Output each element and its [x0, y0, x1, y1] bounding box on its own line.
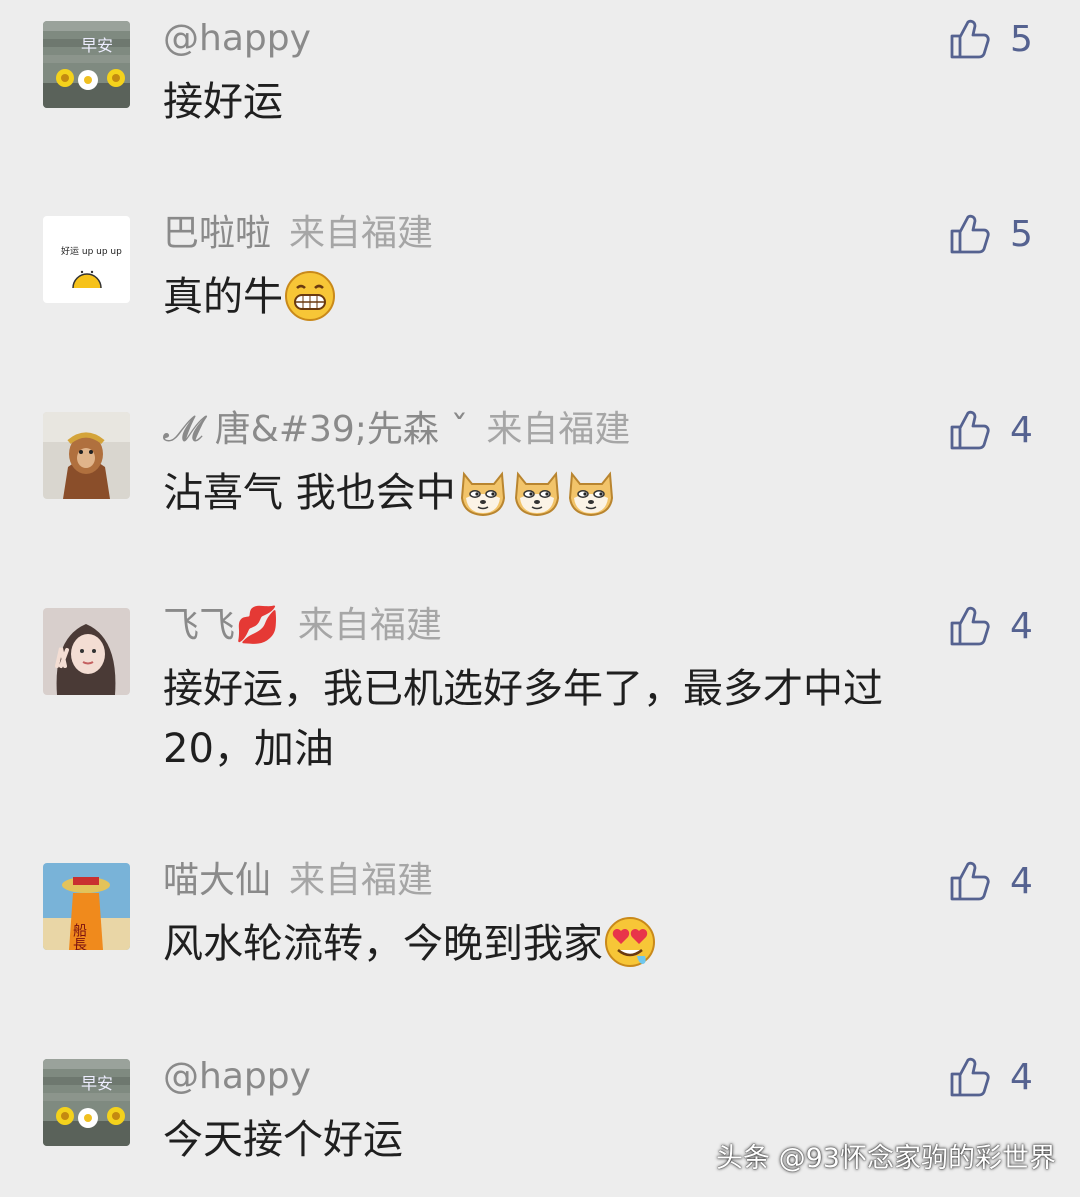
- comment-text: 风水轮流转，今晚到我家: [163, 914, 973, 974]
- comment-meta: 喵大仙 来自福建: [163, 858, 433, 904]
- comment-body: 接好运，我已机选好多年了，最多才中过20，加油: [163, 666, 883, 772]
- username[interactable]: @happy: [163, 1056, 311, 1097]
- like-button[interactable]: 4: [948, 405, 1033, 455]
- username[interactable]: 巴啦啦: [163, 213, 271, 254]
- comment-body: 今天接个好运: [163, 1117, 403, 1163]
- username[interactable]: 喵大仙: [163, 860, 271, 901]
- user-avatar[interactable]: 早安: [43, 1059, 130, 1146]
- comment-text: 接好运，我已机选好多年了，最多才中过20，加油: [163, 659, 973, 779]
- like-button[interactable]: 4: [948, 601, 1033, 651]
- comment-text: 真的牛: [163, 267, 973, 327]
- girl-photo-avatar-icon: [43, 608, 130, 695]
- thumbs-up-icon: [950, 410, 990, 450]
- like-button[interactable]: 4: [948, 856, 1033, 906]
- captain-figure-avatar-icon: 船長: [43, 863, 130, 950]
- watermark: 头条 @93怀念家驹的彩世界: [716, 1143, 1056, 1174]
- user-avatar[interactable]: 早安: [43, 21, 130, 108]
- comment-body: 真的牛: [163, 274, 283, 320]
- like-count: 4: [1010, 860, 1033, 902]
- svg-text:船長: 船長: [71, 923, 87, 950]
- thumbs-up-icon: [950, 606, 990, 646]
- like-count: 5: [1010, 18, 1033, 60]
- svg-text:好运 up up up: 好运 up up up: [61, 245, 122, 257]
- location-label: 来自福建: [297, 605, 442, 646]
- like-button[interactable]: 5: [948, 14, 1033, 64]
- user-avatar[interactable]: 船長: [43, 863, 130, 950]
- comment-meta: 飞飞💋 来自福建: [163, 603, 442, 649]
- comment-meta: 巴啦啦 来自福建: [163, 211, 433, 257]
- thumbs-up-icon: [950, 1057, 990, 1097]
- comment-body: 沾喜气 我也会中: [163, 470, 456, 516]
- good-luck-sticker-avatar-icon: 好运 up up up: [43, 216, 130, 303]
- username[interactable]: 飞飞💋: [163, 605, 280, 646]
- thumbs-up-icon: [950, 861, 990, 901]
- comment-meta: @happy: [163, 16, 311, 62]
- heart-eyes-emoji-icon: [603, 915, 657, 969]
- doge-emoji-icon: [510, 464, 564, 518]
- svg-text:早安: 早安: [81, 1074, 113, 1093]
- thumbs-up-icon: [950, 19, 990, 59]
- like-count: 4: [1010, 1056, 1033, 1098]
- username[interactable]: 𝓜 唐&#39;先森 ˇ: [163, 409, 468, 450]
- morning-photo-avatar-icon: 早安: [43, 1059, 130, 1146]
- location-label: 来自福建: [289, 213, 434, 254]
- comment-text: 沾喜气 我也会中: [163, 463, 973, 523]
- doge-emoji-icon: [456, 464, 510, 518]
- location-label: 来自福建: [289, 860, 434, 901]
- doge-emoji-icon: [564, 464, 618, 518]
- like-button[interactable]: 4: [948, 1052, 1033, 1102]
- comment-body: 风水轮流转，今晚到我家: [163, 921, 603, 967]
- comment-meta: @happy: [163, 1054, 311, 1100]
- user-avatar[interactable]: [43, 608, 130, 695]
- like-count: 4: [1010, 605, 1033, 647]
- like-count: 5: [1010, 213, 1033, 255]
- location-label: 来自福建: [486, 409, 631, 450]
- user-avatar[interactable]: [43, 412, 130, 499]
- thumbs-up-icon: [950, 214, 990, 254]
- comment-body: 接好运: [163, 79, 283, 125]
- monkey-king-avatar-icon: [43, 412, 130, 499]
- user-avatar[interactable]: 好运 up up up: [43, 216, 130, 303]
- like-button[interactable]: 5: [948, 209, 1033, 259]
- comment-text: 接好运: [163, 72, 973, 132]
- svg-text:早安: 早安: [81, 36, 113, 55]
- grin-emoji-icon: [283, 268, 337, 322]
- morning-photo-avatar-icon: 早安: [43, 21, 130, 108]
- like-count: 4: [1010, 409, 1033, 451]
- username[interactable]: @happy: [163, 18, 311, 59]
- comment-meta: 𝓜 唐&#39;先森 ˇ 来自福建: [163, 407, 630, 453]
